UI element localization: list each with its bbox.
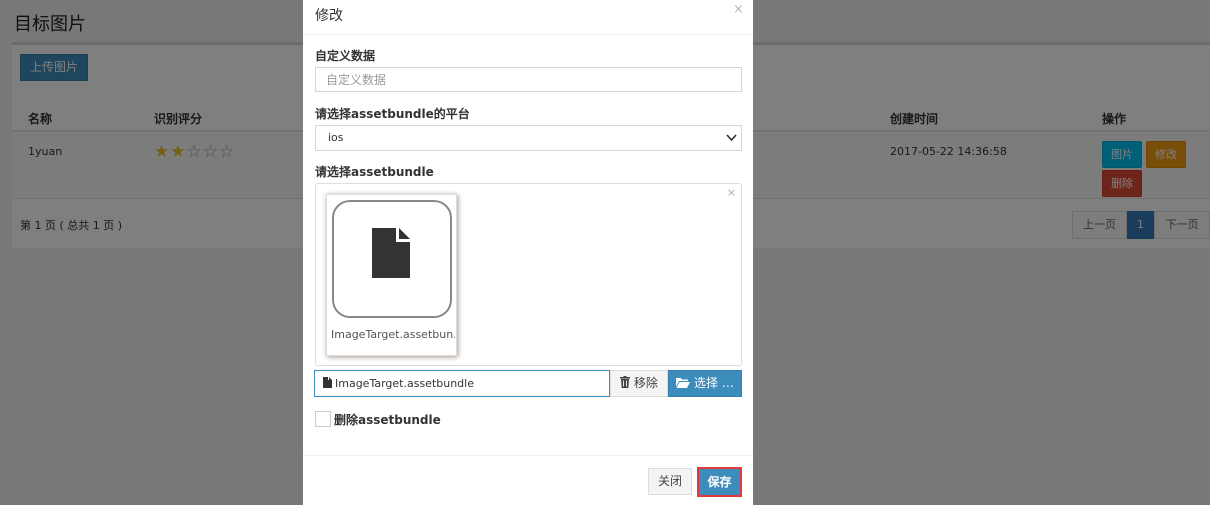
close-button[interactable]: 关闭 [648, 468, 692, 495]
platform-select[interactable]: ios [315, 125, 742, 151]
file-preview-box: × ImageTarget.assetbun... [315, 183, 742, 366]
file-icon [323, 372, 332, 397]
modal-title: 修改 [315, 8, 343, 24]
close-icon[interactable]: × [727, 186, 736, 199]
platform-label: 请选择assetbundle的平台 [315, 107, 470, 121]
close-icon[interactable]: × [733, 2, 744, 17]
custom-data-label: 自定义数据 [315, 49, 376, 63]
browse-file-label: 选择 … [694, 376, 734, 390]
remove-file-button[interactable]: 移除 [610, 370, 668, 397]
trash-icon [620, 376, 634, 390]
remove-file-label: 移除 [633, 376, 658, 390]
file-caption-field[interactable]: ImageTarget.assetbundle [314, 370, 610, 397]
file-preview-thumbnail: ImageTarget.assetbun... [326, 194, 457, 356]
file-caption-text: ImageTarget.assetbundle [335, 377, 474, 390]
file-preview-frame [332, 200, 452, 318]
file-icon [372, 228, 412, 281]
delete-assetbundle-label: 删除assetbundle [334, 413, 441, 427]
assetbundle-label: 请选择assetbundle [315, 165, 434, 179]
folder-open-icon [676, 376, 694, 390]
custom-data-input[interactable] [315, 67, 742, 92]
browse-file-button[interactable]: 选择 … [668, 370, 742, 397]
platform-select-value: ios [328, 131, 344, 144]
edit-modal: 修改 × 自定义数据 请选择assetbundle的平台 ios 请选择asse… [303, 0, 753, 505]
modal-header: 修改 × [303, 0, 753, 35]
delete-assetbundle-checkbox[interactable] [315, 411, 331, 427]
file-preview-caption: ImageTarget.assetbun... [331, 328, 455, 341]
chevron-down-icon [726, 126, 737, 158]
modal-footer: 关闭 保存 [303, 455, 753, 505]
save-button[interactable]: 保存 [697, 467, 742, 497]
